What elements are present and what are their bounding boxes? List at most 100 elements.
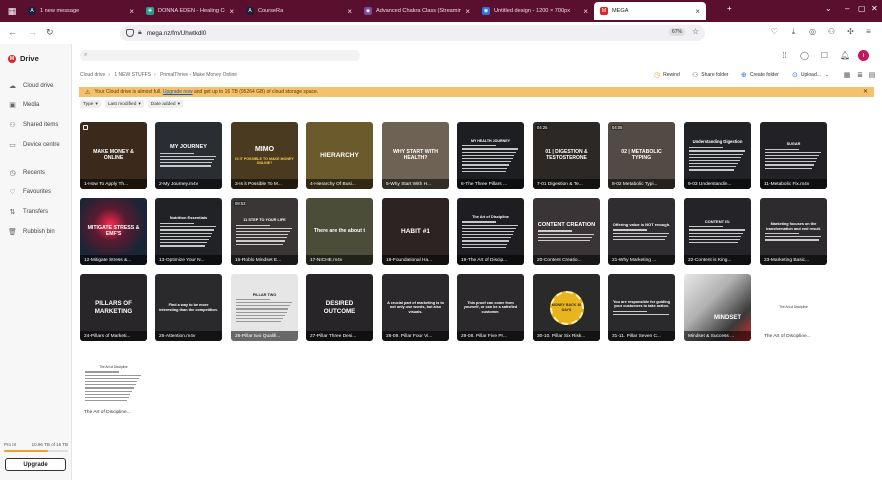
create-folder-button[interactable]: ⊕ Create folder — [741, 71, 779, 79]
file-card[interactable]: CONTENT IS: 22-Content is King... — [684, 198, 751, 265]
avatar[interactable]: I — [858, 50, 869, 61]
filter-last-modified[interactable]: Last modified ▾ — [104, 100, 144, 108]
bookmark-star-icon[interactable]: ☆ — [692, 27, 699, 36]
grid-view-icon[interactable]: ▦ — [843, 72, 851, 80]
close-window-icon[interactable]: ✕ — [871, 4, 878, 13]
downloads-icon[interactable]: ⤓ — [789, 27, 798, 36]
close-tab-icon[interactable]: × — [229, 7, 234, 16]
file-card[interactable]: 11 STEP TO YOUR LIFE 08:53 15-Roblo Mindse… — [231, 198, 298, 265]
file-card[interactable]: MY HEALTH JOURNEY 6-The Three Pillars ... — [457, 122, 524, 189]
storage-meter[interactable]: Pro III 10.96 TB of 16 TB — [4, 442, 68, 452]
file-card[interactable]: PILLAR TWO 26-Pillar two Qualifi... — [231, 274, 298, 341]
browser-tab[interactable]: ✚ DONNA EDEN - Healing Course × — [140, 2, 240, 20]
file-card[interactable]: DESIRED OUTCOME 27-Pillar Three Desi... — [306, 274, 373, 341]
file-card[interactable]: Offering value is NOT enough. 21-Why Mark… — [608, 198, 675, 265]
upgrade-now-link[interactable]: Upgrade now — [163, 89, 193, 95]
file-card[interactable]: The Art of Discipline The Art of Discipli… — [80, 350, 147, 417]
file-card[interactable]: The Art of Discipline 19-The Art of Disci… — [457, 198, 524, 265]
close-tab-icon[interactable]: × — [129, 7, 134, 16]
breadcrumb-item[interactable]: Cloud drive — [80, 72, 105, 78]
thumb-view-icon[interactable]: ▤ — [868, 72, 876, 80]
file-card[interactable]: PILLARS OF MARKETING 24-Pillars of Market… — [80, 274, 147, 341]
file-card[interactable]: MITIGATE STRESS & EMF'S 12-Mitigate Stres… — [80, 198, 147, 265]
lock-icon[interactable]: 🔒︎ — [138, 29, 142, 37]
file-card[interactable]: This proof can come from yourself, or ca… — [457, 274, 524, 341]
file-card[interactable]: MIMO IS IT POSSIBLE TO MAKE MONEY ONLINE?… — [231, 122, 298, 189]
pocket-icon[interactable]: ♡ — [770, 27, 779, 36]
sidebar-item-cloud-drive[interactable]: ☁ Cloud drive — [8, 81, 53, 90]
apps-grid-icon[interactable]: ⁞⁞ — [780, 51, 789, 60]
close-tab-icon[interactable]: × — [583, 7, 588, 16]
share-folder-button[interactable]: ⚇ Share folder — [692, 71, 729, 79]
browser-tab[interactable]: A 1 new message × — [22, 2, 140, 20]
breadcrumb-item[interactable]: 1 NEW STUFFS — [114, 72, 151, 78]
browser-tab[interactable]: ◉ Untitled design - 1200 × 700px × — [476, 2, 594, 20]
puzzle-icon[interactable]: ✣ — [846, 27, 855, 36]
close-tab-icon[interactable]: × — [465, 7, 470, 16]
sidebar-item-device-centre[interactable]: ▭ Device centre — [8, 140, 60, 149]
storage-bar-fill — [4, 450, 48, 452]
file-card[interactable]: Marketing focuses on the transformation … — [760, 198, 827, 265]
file-card[interactable]: Find a way to be more interesting than t… — [155, 274, 222, 341]
forward-icon[interactable]: → — [28, 27, 37, 37]
file-card[interactable]: SUGAR 11-Metabolic Fix.m4v — [760, 122, 827, 189]
sidebar-item-shared-items[interactable]: ⚇ Shared items — [8, 120, 58, 129]
filter-date-added[interactable]: Date added ▾ — [147, 100, 184, 108]
file-card[interactable]: Nutrition Essentials 13-Optimize Your N..… — [155, 198, 222, 265]
browser-tab[interactable]: M MEGA × — [594, 2, 706, 20]
extension-icon[interactable]: ⚇ — [827, 27, 836, 36]
file-card[interactable]: CONTENT CREATION 20-Content Creatio... — [533, 198, 600, 265]
filter-type[interactable]: Type ▾ — [80, 100, 101, 108]
tab-list-icon[interactable]: ⌄ — [825, 4, 832, 13]
menu-icon[interactable]: ≡ — [864, 27, 873, 36]
tab-title: CourseRa — [258, 8, 284, 14]
minimize-icon[interactable]: – — [845, 4, 849, 13]
file-card[interactable]: MAKE MONEY & ONLINE 1-How To Apply Th... — [80, 122, 147, 189]
browser-tab[interactable]: A CourseRa × — [240, 2, 358, 20]
new-tab-icon[interactable]: + — [727, 4, 732, 13]
file-card[interactable]: HABIT #1 18-Foundational Ha... — [382, 198, 449, 265]
contacts-icon[interactable]: ☐ — [820, 51, 829, 60]
close-icon[interactable]: ✕ — [863, 88, 868, 95]
back-icon[interactable]: ← — [8, 27, 17, 37]
sidebar-item-recents[interactable]: ◷ Recents — [8, 168, 45, 177]
file-card[interactable]: HIERARCHY 4-Hierarchy Of Busi... — [306, 122, 373, 189]
file-card[interactable]: 02 | METABOLIC TYPING 04:05 8-02 Metabolic… — [608, 122, 675, 189]
maximize-icon[interactable]: ▢ — [858, 4, 866, 13]
file-card[interactable]: WHY START WITH HEALTH? 5-Why Start With H… — [382, 122, 449, 189]
close-tab-icon[interactable]: × — [695, 7, 700, 16]
file-card[interactable]: There are the about t 17-NICHE.m4v — [306, 198, 373, 265]
close-tab-icon[interactable]: × — [347, 7, 352, 16]
address-bar[interactable]: 🔒︎ mega.nz/fm/Uhwtkdl0 67% ☆ — [120, 25, 705, 41]
tab-overview-icon[interactable]: ▦ — [4, 3, 20, 19]
file-card[interactable]: 01 | DIGESTION & TESTOSTERONE 04:25 7-01 D… — [533, 122, 600, 189]
sidebar-item-rubbish-bin[interactable]: 🗑︎ Rubbish bin — [8, 227, 55, 236]
zoom-badge[interactable]: 67% — [668, 28, 685, 36]
file-card[interactable]: The Art of Discipline The Art of Discipli… — [760, 274, 827, 341]
shield-icon[interactable] — [126, 29, 134, 37]
browser-tab[interactable]: ◆ Advanced Chakra Class (Streaming Vi× — [358, 2, 476, 20]
file-card[interactable]: MY JOURNEY 2-My Journey.m4v — [155, 122, 222, 189]
select-checkbox[interactable] — [83, 125, 88, 130]
rewind-button[interactable]: ◷ Rewind — [654, 71, 680, 79]
file-card[interactable]: Understanding Digestion 9-03 Understandin… — [684, 122, 751, 189]
sidebar-item-transfers[interactable]: ⇅ Transfers — [8, 207, 49, 216]
upgrade-button[interactable]: Upgrade — [5, 458, 66, 471]
file-card[interactable]: MONEY BACK 30 DAYS 30-10. Pillar Six Risk… — [533, 274, 600, 341]
chat-icon[interactable]: ◯ — [800, 51, 809, 60]
breadcrumb-item[interactable]: PrimalThrive - Make Money Online — [160, 72, 237, 78]
url-text[interactable]: mega.nz/fm/Uhwtkdl0 — [147, 30, 207, 37]
notifications-icon[interactable]: 🔔︎ — [840, 51, 850, 60]
reload-icon[interactable]: ↻ — [46, 27, 54, 38]
upload-button[interactable]: ⊙ Upload... ⌄ — [792, 71, 829, 79]
file-card[interactable]: A crucial part of marketing is to not on… — [382, 274, 449, 341]
file-card[interactable]: MINDSET Mindset & Success ... — [684, 274, 751, 341]
brand[interactable]: M Drive — [8, 54, 39, 63]
account-icon[interactable]: ◎ — [808, 27, 817, 36]
list-view-icon[interactable]: ≣ — [856, 72, 864, 80]
sidebar-item-favourites[interactable]: ♡ Favourites — [8, 187, 51, 196]
file-card[interactable]: You are responsible for guiding your cus… — [608, 274, 675, 341]
search-input[interactable]: ⌕ — [80, 50, 360, 61]
sidebar-item-media[interactable]: ▣ Media — [8, 100, 39, 109]
thumbnail-text: You are responsible for guiding your cus… — [613, 299, 670, 309]
